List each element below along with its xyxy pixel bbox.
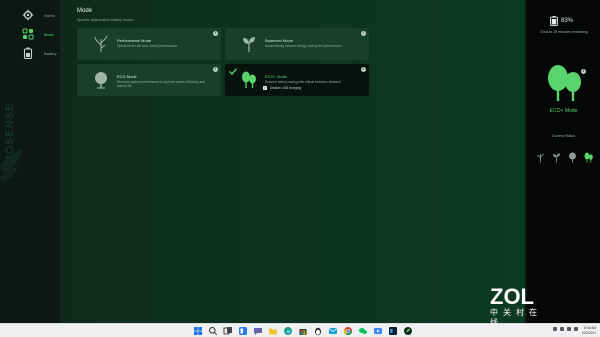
- card-title: Balanced Mode: [265, 38, 293, 43]
- battery-remaining: 5 hours 25 minutes remaining: [540, 30, 588, 34]
- sprout-icon: [553, 153, 560, 163]
- zol-watermark: ZOL 中关村在线: [490, 284, 550, 328]
- clock-date: 10/2/2021: [581, 330, 596, 335]
- tree-icon: [569, 152, 576, 163]
- wifi-icon[interactable]: [560, 327, 564, 331]
- widgets-icon[interactable]: [238, 326, 248, 336]
- card-description: Reduces system performance to improve po…: [117, 80, 205, 88]
- watermark-logo: ZOL: [490, 284, 534, 309]
- tray-overflow-icon[interactable]: [553, 327, 557, 331]
- battery-icon: [23, 47, 33, 59]
- current-mode-label: ECO+ Mode: [549, 108, 578, 114]
- disable-usb-charging-checkbox[interactable]: ✓: [263, 86, 267, 90]
- file-explorer-icon[interactable]: [268, 326, 278, 336]
- mode-grid-icon: [22, 28, 34, 40]
- page-title: Mode: [77, 8, 93, 14]
- leaf-decoration-icon: [0, 149, 22, 183]
- search-icon[interactable]: [208, 326, 218, 336]
- info-icon[interactable]: i: [581, 69, 586, 74]
- mode-indicator-row: [536, 152, 593, 163]
- app-window: VEROSENSE Home Mode Battery Mode Specifi…: [0, 0, 525, 323]
- bare-tree-icon: [94, 35, 108, 52]
- eco-plus-trees-icon: [548, 65, 581, 101]
- info-icon[interactable]: i: [213, 31, 218, 36]
- mode-card-eco-plus[interactable]: ECO+ Mode Extreme battery saving with cr…: [225, 64, 369, 96]
- current-status-label: Current Status: [551, 134, 576, 138]
- page-subtitle: Specific optimization battery modes: [77, 18, 134, 22]
- disable-usb-charging-option[interactable]: ✓ Disable USB charging: [263, 86, 301, 90]
- card-title: ECO Mode: [117, 74, 137, 79]
- sidebar-item-label: Home: [44, 12, 55, 18]
- card-description: Optimized for the best overall performan…: [117, 44, 178, 48]
- chrome-browser-icon[interactable]: [343, 326, 353, 336]
- battery-status: 83%: [550, 16, 573, 26]
- taskbar-apps: [193, 326, 413, 336]
- selected-check-icon: [229, 68, 237, 75]
- verosense-app-icon[interactable]: [403, 326, 413, 336]
- sidebar-item-home[interactable]: Home: [22, 9, 55, 21]
- card-title: Performance Mode: [117, 38, 152, 43]
- video-app-icon[interactable]: [373, 326, 383, 336]
- main-content: Mode Specific optimization battery modes…: [60, 0, 525, 323]
- mode-card-eco[interactable]: ECO Mode Reduces system performance to i…: [77, 64, 221, 96]
- task-view-icon[interactable]: [223, 326, 233, 336]
- info-icon[interactable]: i: [361, 31, 366, 36]
- mode-card-balanced[interactable]: Balanced Mode Automatically balance ener…: [225, 28, 369, 60]
- sidebar-item-label: Mode: [44, 31, 55, 37]
- settings-gear-icon: [22, 9, 34, 21]
- watermark-subtitle: 中关村在线: [490, 308, 542, 327]
- taskbar-clock[interactable]: 8:46 AM 10/2/2021: [582, 326, 596, 335]
- card-description: Extreme battery saving with critical fun…: [265, 80, 341, 84]
- qq-penguin-icon[interactable]: [313, 326, 323, 336]
- battery-percent: 83%: [561, 18, 574, 24]
- battery-tray-icon[interactable]: [574, 327, 578, 331]
- sidebar-item-mode[interactable]: Mode: [22, 28, 54, 40]
- checkbox-label: Disable USB charging: [270, 86, 302, 90]
- twin-trees-icon: [242, 71, 256, 88]
- tree-icon: [95, 72, 107, 89]
- mail-app-icon[interactable]: [328, 326, 338, 336]
- sidebar: VEROSENSE Home Mode Battery: [0, 0, 60, 323]
- sidebar-item-battery[interactable]: Battery: [22, 47, 57, 59]
- system-tray: [553, 327, 578, 331]
- mode-card-performance[interactable]: Performance Mode Optimized for the best …: [77, 28, 221, 60]
- edge-browser-icon[interactable]: [283, 326, 293, 336]
- windows-start-icon[interactable]: [193, 326, 203, 336]
- card-title: ECO+ Mode: [265, 74, 288, 79]
- twin-trees-icon: [584, 152, 593, 163]
- sprout-icon: [243, 37, 255, 52]
- battery-icon: [550, 16, 558, 26]
- photoshop-icon[interactable]: [388, 326, 398, 336]
- info-icon[interactable]: i: [213, 67, 218, 72]
- sidebar-item-label: Battery: [44, 50, 57, 56]
- status-panel: 83% 5 hours 25 minutes remaining i ECO+ …: [527, 0, 600, 323]
- volume-icon[interactable]: [567, 327, 571, 331]
- wechat-icon[interactable]: [358, 326, 368, 336]
- store-icon[interactable]: [298, 326, 308, 336]
- chat-icon[interactable]: [253, 326, 263, 336]
- info-icon[interactable]: i: [361, 67, 366, 72]
- bare-tree-icon: [537, 153, 544, 163]
- card-description: Automatically balance energy saving and …: [265, 44, 342, 48]
- clock-time: 8:46 AM: [584, 326, 596, 330]
